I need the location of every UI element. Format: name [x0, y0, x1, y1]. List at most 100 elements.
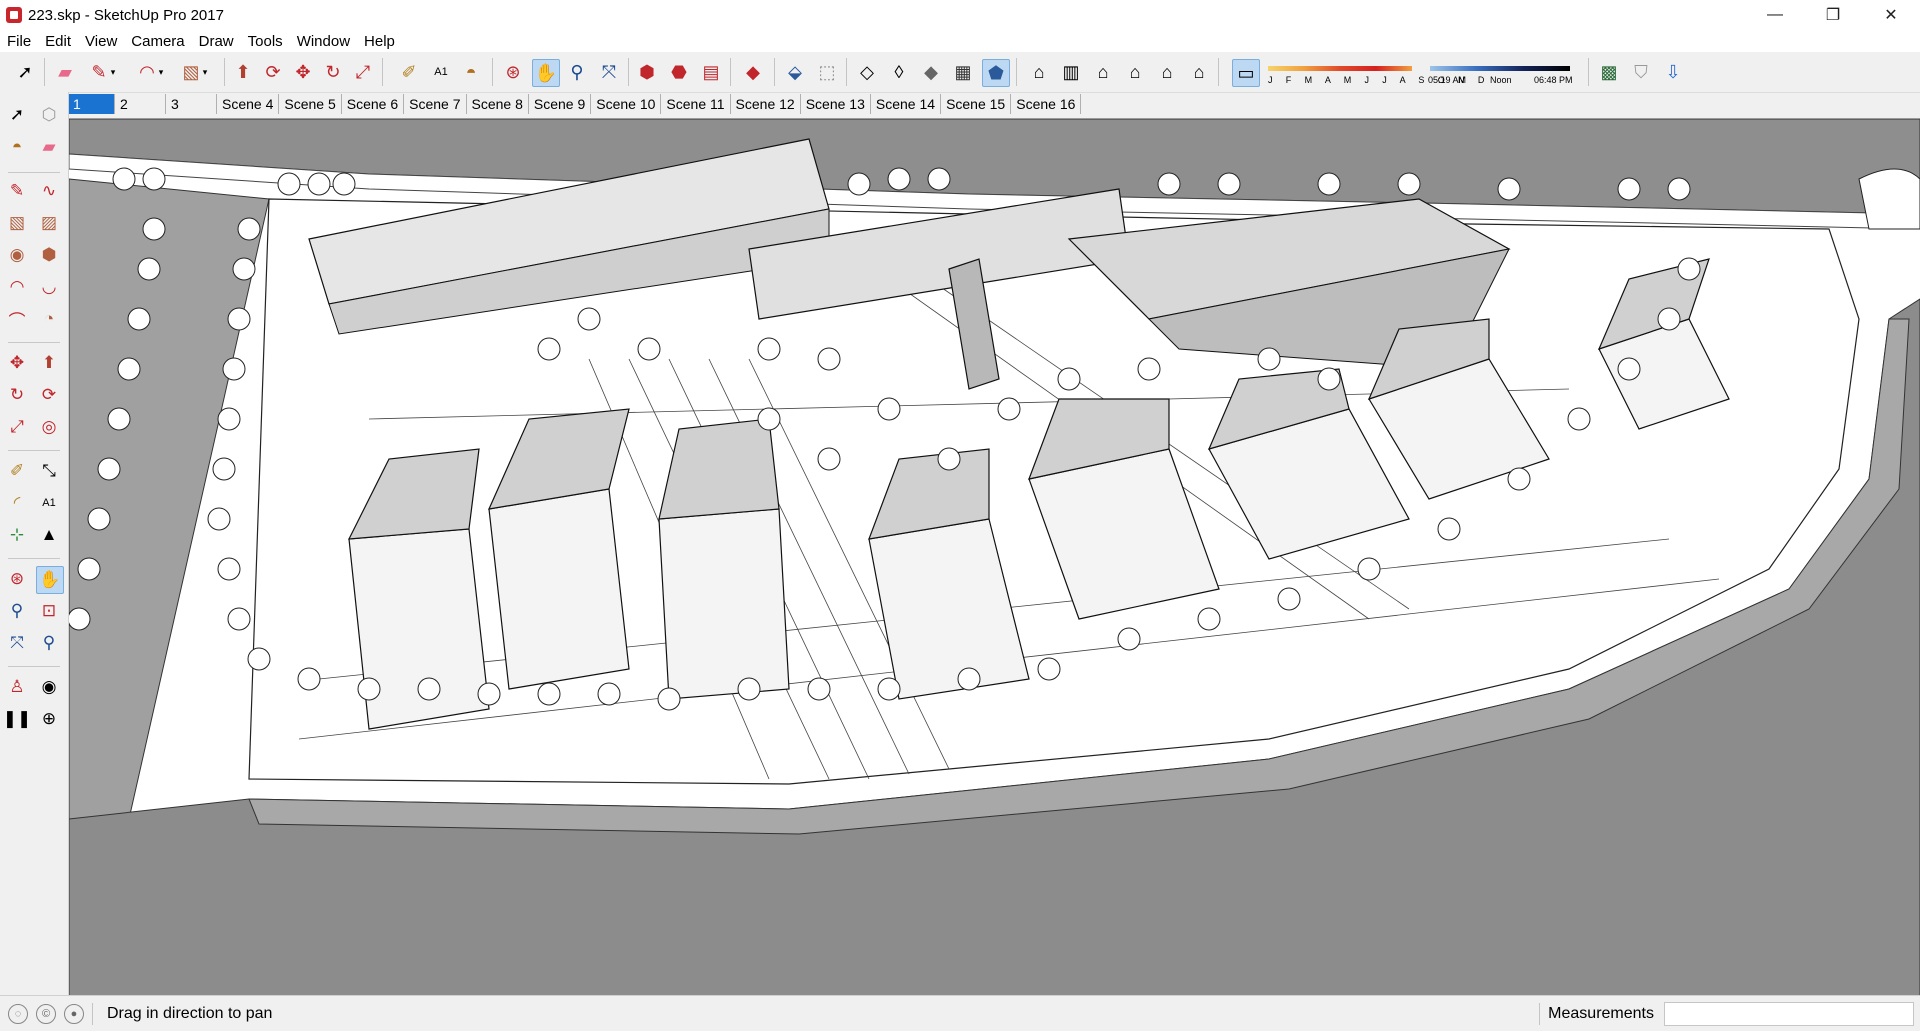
scale-icon[interactable]: ⤢ — [350, 59, 376, 85]
freehand-icon[interactable]: ∿ — [36, 178, 62, 204]
menu-draw[interactable]: Draw — [192, 33, 241, 50]
top-view-icon[interactable]: ▥ — [1058, 59, 1084, 85]
dropdown-arrow-icon[interactable]: ▾ — [148, 59, 174, 85]
scene-tab-8[interactable]: Scene 8 — [467, 94, 529, 114]
menu-window[interactable]: Window — [290, 33, 357, 50]
credits-status-icon[interactable]: © — [36, 1003, 56, 1024]
export-icon[interactable]: ⇩ — [1660, 59, 1686, 85]
move-icon[interactable]: ✥ — [4, 350, 30, 376]
maximize-button[interactable]: ❐ — [1804, 0, 1862, 30]
offset-icon[interactable]: ◎ — [36, 414, 62, 440]
follow-me-icon[interactable]: ⟳ — [36, 382, 62, 408]
rotate-icon[interactable]: ↻ — [320, 59, 346, 85]
select-icon[interactable]: ➚ — [4, 102, 30, 128]
zoom-window-icon[interactable]: ⊡ — [36, 598, 62, 624]
follow-me-icon[interactable]: ⟳ — [260, 59, 286, 85]
user-account-icon[interactable]: ● — [64, 1003, 84, 1024]
axes-icon[interactable]: ⊹ — [4, 522, 30, 548]
extension-warehouse-icon[interactable]: ⬣ — [666, 59, 692, 85]
menu-file[interactable]: File — [0, 33, 38, 50]
dropdown-arrow-icon[interactable]: ▾ — [100, 59, 126, 85]
tape-measure-icon[interactable]: ✐ — [4, 458, 30, 484]
look-around-icon[interactable]: ◉ — [36, 674, 62, 700]
scene-tab-2[interactable]: 2 — [115, 94, 166, 114]
scene-tab-3[interactable]: 3 — [166, 94, 217, 114]
dimension-icon[interactable]: ⤡ — [36, 458, 62, 484]
3d-text-icon[interactable]: ▲ — [36, 522, 62, 548]
polygon-icon[interactable]: ⬢ — [36, 242, 62, 268]
three-point-arc-icon[interactable]: ⌒ — [4, 306, 30, 332]
paint-bucket-icon[interactable]: ◓ — [458, 59, 484, 85]
geo-location-status-icon[interactable]: ◌ — [8, 1003, 28, 1024]
drawing-viewport[interactable] — [69, 118, 1920, 996]
shadows-toggle-icon[interactable]: ▭ — [1232, 59, 1260, 87]
xray-icon[interactable]: ⬙ — [782, 59, 808, 85]
geo-location-icon[interactable]: ▩ — [1596, 59, 1622, 85]
pan-icon[interactable]: ✋ — [36, 566, 64, 594]
scene-tab-5[interactable]: Scene 5 — [279, 94, 342, 114]
section-plane-icon[interactable]: ⊕ — [36, 706, 62, 732]
orbit-icon[interactable]: ⊛ — [500, 59, 526, 85]
make-component-icon[interactable]: ⬡ — [36, 102, 62, 128]
sketchup-logo-icon[interactable] — [6, 7, 22, 23]
eraser-icon[interactable]: ▰ — [36, 134, 62, 160]
iso-view-icon[interactable]: ⌂ — [1026, 59, 1052, 85]
two-point-arc-icon[interactable]: ◡ — [36, 274, 62, 300]
right-view-icon[interactable]: ⌂ — [1122, 59, 1148, 85]
menu-edit[interactable]: Edit — [38, 33, 78, 50]
scene-tab-9[interactable]: Scene 9 — [529, 94, 592, 114]
monochrome-icon[interactable]: ⬟ — [982, 59, 1010, 87]
menu-camera[interactable]: Camera — [124, 33, 191, 50]
line-icon[interactable]: ✎ — [4, 178, 30, 204]
menu-view[interactable]: View — [78, 33, 124, 50]
move-icon[interactable]: ✥ — [290, 59, 316, 85]
rectangle-icon[interactable]: ▧ — [4, 210, 30, 236]
arc-icon[interactable]: ◠ — [4, 274, 30, 300]
hidden-line-icon[interactable]: ◊ — [886, 59, 912, 85]
scene-tab-6[interactable]: Scene 6 — [342, 94, 405, 114]
zoom-extents-icon[interactable]: ⤧ — [4, 630, 30, 656]
select-icon[interactable]: ➚ — [12, 59, 38, 85]
menu-help[interactable]: Help — [357, 33, 402, 50]
scene-tab-16[interactable]: Scene 16 — [1011, 94, 1082, 114]
protractor-icon[interactable]: ◜ — [4, 490, 30, 516]
scene-tab-11[interactable]: Scene 11 — [661, 94, 731, 114]
date-slider[interactable] — [1268, 66, 1412, 71]
pie-icon[interactable]: ◔ — [36, 306, 62, 332]
tape-measure-icon[interactable]: ✐ — [396, 59, 422, 85]
position-camera-icon[interactable]: ♙ — [4, 674, 30, 700]
back-view-icon[interactable]: ⌂ — [1154, 59, 1180, 85]
push-pull-icon[interactable]: ⬆ — [36, 350, 62, 376]
wireframe-icon[interactable]: ◇ — [854, 59, 880, 85]
time-slider[interactable] — [1430, 66, 1570, 71]
rotated-rectangle-icon[interactable]: ▨ — [36, 210, 62, 236]
warehouse-icon[interactable]: ⬢ — [634, 59, 660, 85]
walk-icon[interactable]: ❚❚ — [3, 706, 32, 732]
scale-icon[interactable]: ⤢ — [4, 414, 30, 440]
left-view-icon[interactable]: ⌂ — [1186, 59, 1212, 85]
scene-tab-10[interactable]: Scene 10 — [591, 94, 662, 114]
scene-tab-13[interactable]: Scene 13 — [801, 94, 871, 114]
sandbox-icon[interactable]: ⛉ — [1628, 59, 1654, 85]
shaded-icon[interactable]: ◆ — [918, 59, 944, 85]
orbit-icon[interactable]: ⊛ — [4, 566, 30, 592]
paint-bucket-icon[interactable]: ◓ — [4, 134, 30, 160]
pan-icon[interactable]: ✋ — [532, 59, 560, 87]
menu-tools[interactable]: Tools — [241, 33, 290, 50]
rotate-icon[interactable]: ↻ — [4, 382, 30, 408]
shaded-textures-icon[interactable]: ▦ — [950, 59, 976, 85]
circle-icon[interactable]: ◉ — [4, 242, 30, 268]
scene-tab-15[interactable]: Scene 15 — [941, 94, 1012, 114]
zoom-icon[interactable]: ⚲ — [4, 598, 30, 624]
back-edges-icon[interactable]: ⬚ — [814, 59, 840, 85]
eraser-icon[interactable]: ▰ — [52, 59, 78, 85]
push-pull-icon[interactable]: ⬆ — [230, 59, 256, 85]
scene-tab-12[interactable]: Scene 12 — [731, 94, 801, 114]
ruby-icon[interactable]: ◆ — [740, 59, 766, 85]
scene-tab-1[interactable]: 1 — [68, 94, 115, 114]
zoom-icon[interactable]: ⚲ — [564, 59, 590, 85]
zoom-extents-icon[interactable]: ⤧ — [596, 59, 622, 85]
dropdown-arrow-icon[interactable]: ▾ — [192, 59, 218, 85]
scene-tab-14[interactable]: Scene 14 — [871, 94, 942, 114]
measurements-input[interactable] — [1664, 1001, 1914, 1026]
